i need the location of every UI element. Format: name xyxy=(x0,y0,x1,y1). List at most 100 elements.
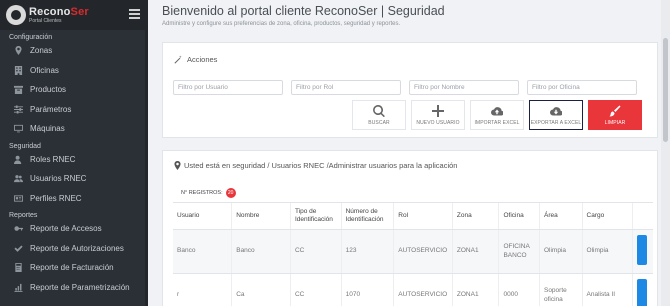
column-header[interactable]: Oficina xyxy=(498,202,540,230)
brand-logo: ReconoSer Portal Clientes xyxy=(29,5,89,24)
box-icon xyxy=(14,85,23,95)
table-cell-actions xyxy=(632,273,653,306)
sidebar-item-reporte-accesos[interactable]: Reporte de Accesos xyxy=(0,219,148,239)
importar-excel-button[interactable]: IMPORTAR EXCEL xyxy=(470,100,524,130)
brand-name-part1: Recono xyxy=(29,5,71,18)
brand-name: ReconoSer xyxy=(29,5,89,18)
record-count: N° REGISTROS: 20 xyxy=(181,188,236,198)
map-marker-icon xyxy=(174,161,181,170)
filter-rol-input[interactable] xyxy=(291,80,401,95)
table-row[interactable]: Banco Banco CC 123 AUTOSERVICIO ZONA1 OF… xyxy=(173,229,653,274)
column-header[interactable]: Nombre xyxy=(231,202,291,230)
scrollbar-thumb[interactable] xyxy=(663,38,668,142)
limpiar-button[interactable]: LIMPIAR xyxy=(588,100,642,130)
edit-row-button[interactable] xyxy=(637,278,648,306)
sidebar-item-usuarios-rnec[interactable]: Usuarios RNEC xyxy=(0,169,148,189)
users-icon xyxy=(14,174,23,183)
logo-icon xyxy=(6,5,26,25)
sidebar: ReconoSer Portal Clientes Configuración … xyxy=(0,0,148,306)
sidebar-item-label: Máquinas xyxy=(30,124,65,134)
column-header[interactable]: Tipo de Identificación xyxy=(289,202,342,230)
sidebar-item-label: Usuarios RNEC xyxy=(30,174,87,184)
section-title-reportes: Reportes xyxy=(9,212,38,219)
column-header[interactable]: Usuario xyxy=(173,202,232,230)
table-cell: OFICINA BANCO xyxy=(498,229,540,274)
column-header[interactable]: Cargo xyxy=(581,202,633,230)
sliders-icon xyxy=(14,105,23,114)
buscar-label: BUSCAR xyxy=(368,119,390,126)
table-cell: Ca xyxy=(231,273,291,306)
column-header[interactable]: Área xyxy=(538,202,583,230)
filter-nombre-input[interactable] xyxy=(409,80,519,95)
map-marker-icon xyxy=(14,46,23,56)
sidebar-item-label: Reporte de Autorizaciones xyxy=(30,243,124,253)
sidebar-item-maquinas[interactable]: Máquinas xyxy=(0,119,148,139)
brand-header: ReconoSer Portal Clientes xyxy=(0,0,148,30)
sidebar-item-reporte-facturacion[interactable]: Reporte de Facturación xyxy=(0,258,148,278)
nuevo-usuario-label: NUEVO USUARIO xyxy=(416,119,460,126)
edit-row-button[interactable] xyxy=(637,234,648,265)
main-scrollbar[interactable] xyxy=(661,0,670,306)
sidebar-item-reporte-parametrizacion[interactable]: Reporte de Parametrización xyxy=(0,278,148,298)
record-count-badge: 20 xyxy=(225,188,236,198)
exportar-excel-label: EXPORTAR A EXCEL xyxy=(530,119,582,126)
actions-card: Acciones BUSCAR NUEVO USUARIO IMPORTAR E… xyxy=(162,42,658,138)
sidebar-item-perfiles-rnec[interactable]: Perfiles RNEC xyxy=(0,189,148,209)
sidebar-item-zonas[interactable]: Zonas xyxy=(0,41,148,61)
calculator-icon xyxy=(14,263,23,273)
users-table: Usuario Nombre Tipo de Identificación Nú… xyxy=(173,202,653,306)
sidebar-item-oficinas[interactable]: Oficinas xyxy=(0,61,148,81)
limpiar-label: LIMPIAR xyxy=(604,119,626,126)
brand-name-part2: Ser xyxy=(70,5,89,18)
actions-heading: Acciones xyxy=(174,55,217,64)
plus-icon xyxy=(432,104,444,117)
exportar-excel-button[interactable]: EXPORTAR A EXCEL xyxy=(529,100,583,130)
sidebar-item-roles-rnec[interactable]: Roles RNEC xyxy=(0,150,148,170)
filter-oficina-input[interactable] xyxy=(527,80,637,95)
breadcrumb: Usted está en seguridad / Usuarios RNEC … xyxy=(173,161,457,170)
column-header-actions xyxy=(632,202,653,230)
section-title-configuracion: Configuración xyxy=(9,34,53,41)
breadcrumb-text: Usted está en seguridad / Usuarios RNEC … xyxy=(184,161,458,170)
page-subtitle: Administre y configure sus preferencias … xyxy=(162,21,401,27)
table-cell: 0000 xyxy=(498,273,540,306)
table-cell: r xyxy=(173,273,232,306)
table-cell: Analista II xyxy=(581,273,633,306)
table-cell: CC xyxy=(289,229,342,274)
sidebar-item-parametros[interactable]: Parámetros xyxy=(0,100,148,120)
page-header: Bienvenido al portal cliente ReconoSer |… xyxy=(162,4,445,27)
table-cell: AUTOSERVICIO xyxy=(393,273,453,306)
page-title: Bienvenido al portal cliente ReconoSer |… xyxy=(162,4,445,18)
table-cell: Olimpia xyxy=(581,229,633,274)
sidebar-item-label: Reporte de Facturación xyxy=(30,263,114,273)
sidebar-item-productos[interactable]: Productos xyxy=(0,80,148,100)
filter-usuario-input[interactable] xyxy=(173,80,283,95)
sidebar-item-label: Perfiles RNEC xyxy=(30,193,82,203)
menu-toggle-icon[interactable] xyxy=(129,9,140,19)
cloud-upload-icon xyxy=(491,106,503,116)
buscar-button[interactable]: BUSCAR xyxy=(352,100,406,130)
table-row[interactable]: r Ca CC 1070 AUTOSERVICIO ZONA1 0000 Sop… xyxy=(173,273,653,306)
nuevo-usuario-button[interactable]: NUEVO USUARIO xyxy=(411,100,465,130)
table-cell: Olimpia xyxy=(538,229,583,274)
user-tag-icon xyxy=(14,155,23,164)
sidebar-item-reporte-autorizaciones[interactable]: Reporte de Autorizaciones xyxy=(0,239,148,259)
sidebar-item-label: Roles RNEC xyxy=(30,154,76,164)
table-cell: 1070 xyxy=(340,273,394,306)
importar-excel-label: IMPORTAR EXCEL xyxy=(474,119,520,126)
building-icon xyxy=(14,65,23,75)
column-header[interactable]: Número de Identificación xyxy=(340,202,394,230)
table-cell-actions xyxy=(632,229,653,274)
sidebar-item-label: Zonas xyxy=(30,46,53,56)
eraser-brush-icon xyxy=(609,105,621,116)
chart-icon xyxy=(14,283,23,292)
record-count-label: N° REGISTROS: xyxy=(181,190,223,196)
sidebar-item-label: Productos xyxy=(30,85,67,95)
section-title-seguridad: Seguridad xyxy=(9,142,41,150)
table-cell: Banco xyxy=(231,229,291,274)
table-cell: Banco xyxy=(173,229,232,274)
column-header[interactable]: Zona xyxy=(451,202,499,230)
column-header[interactable]: Rol xyxy=(393,202,453,230)
monitor-icon xyxy=(14,124,23,133)
search-icon xyxy=(373,104,385,117)
